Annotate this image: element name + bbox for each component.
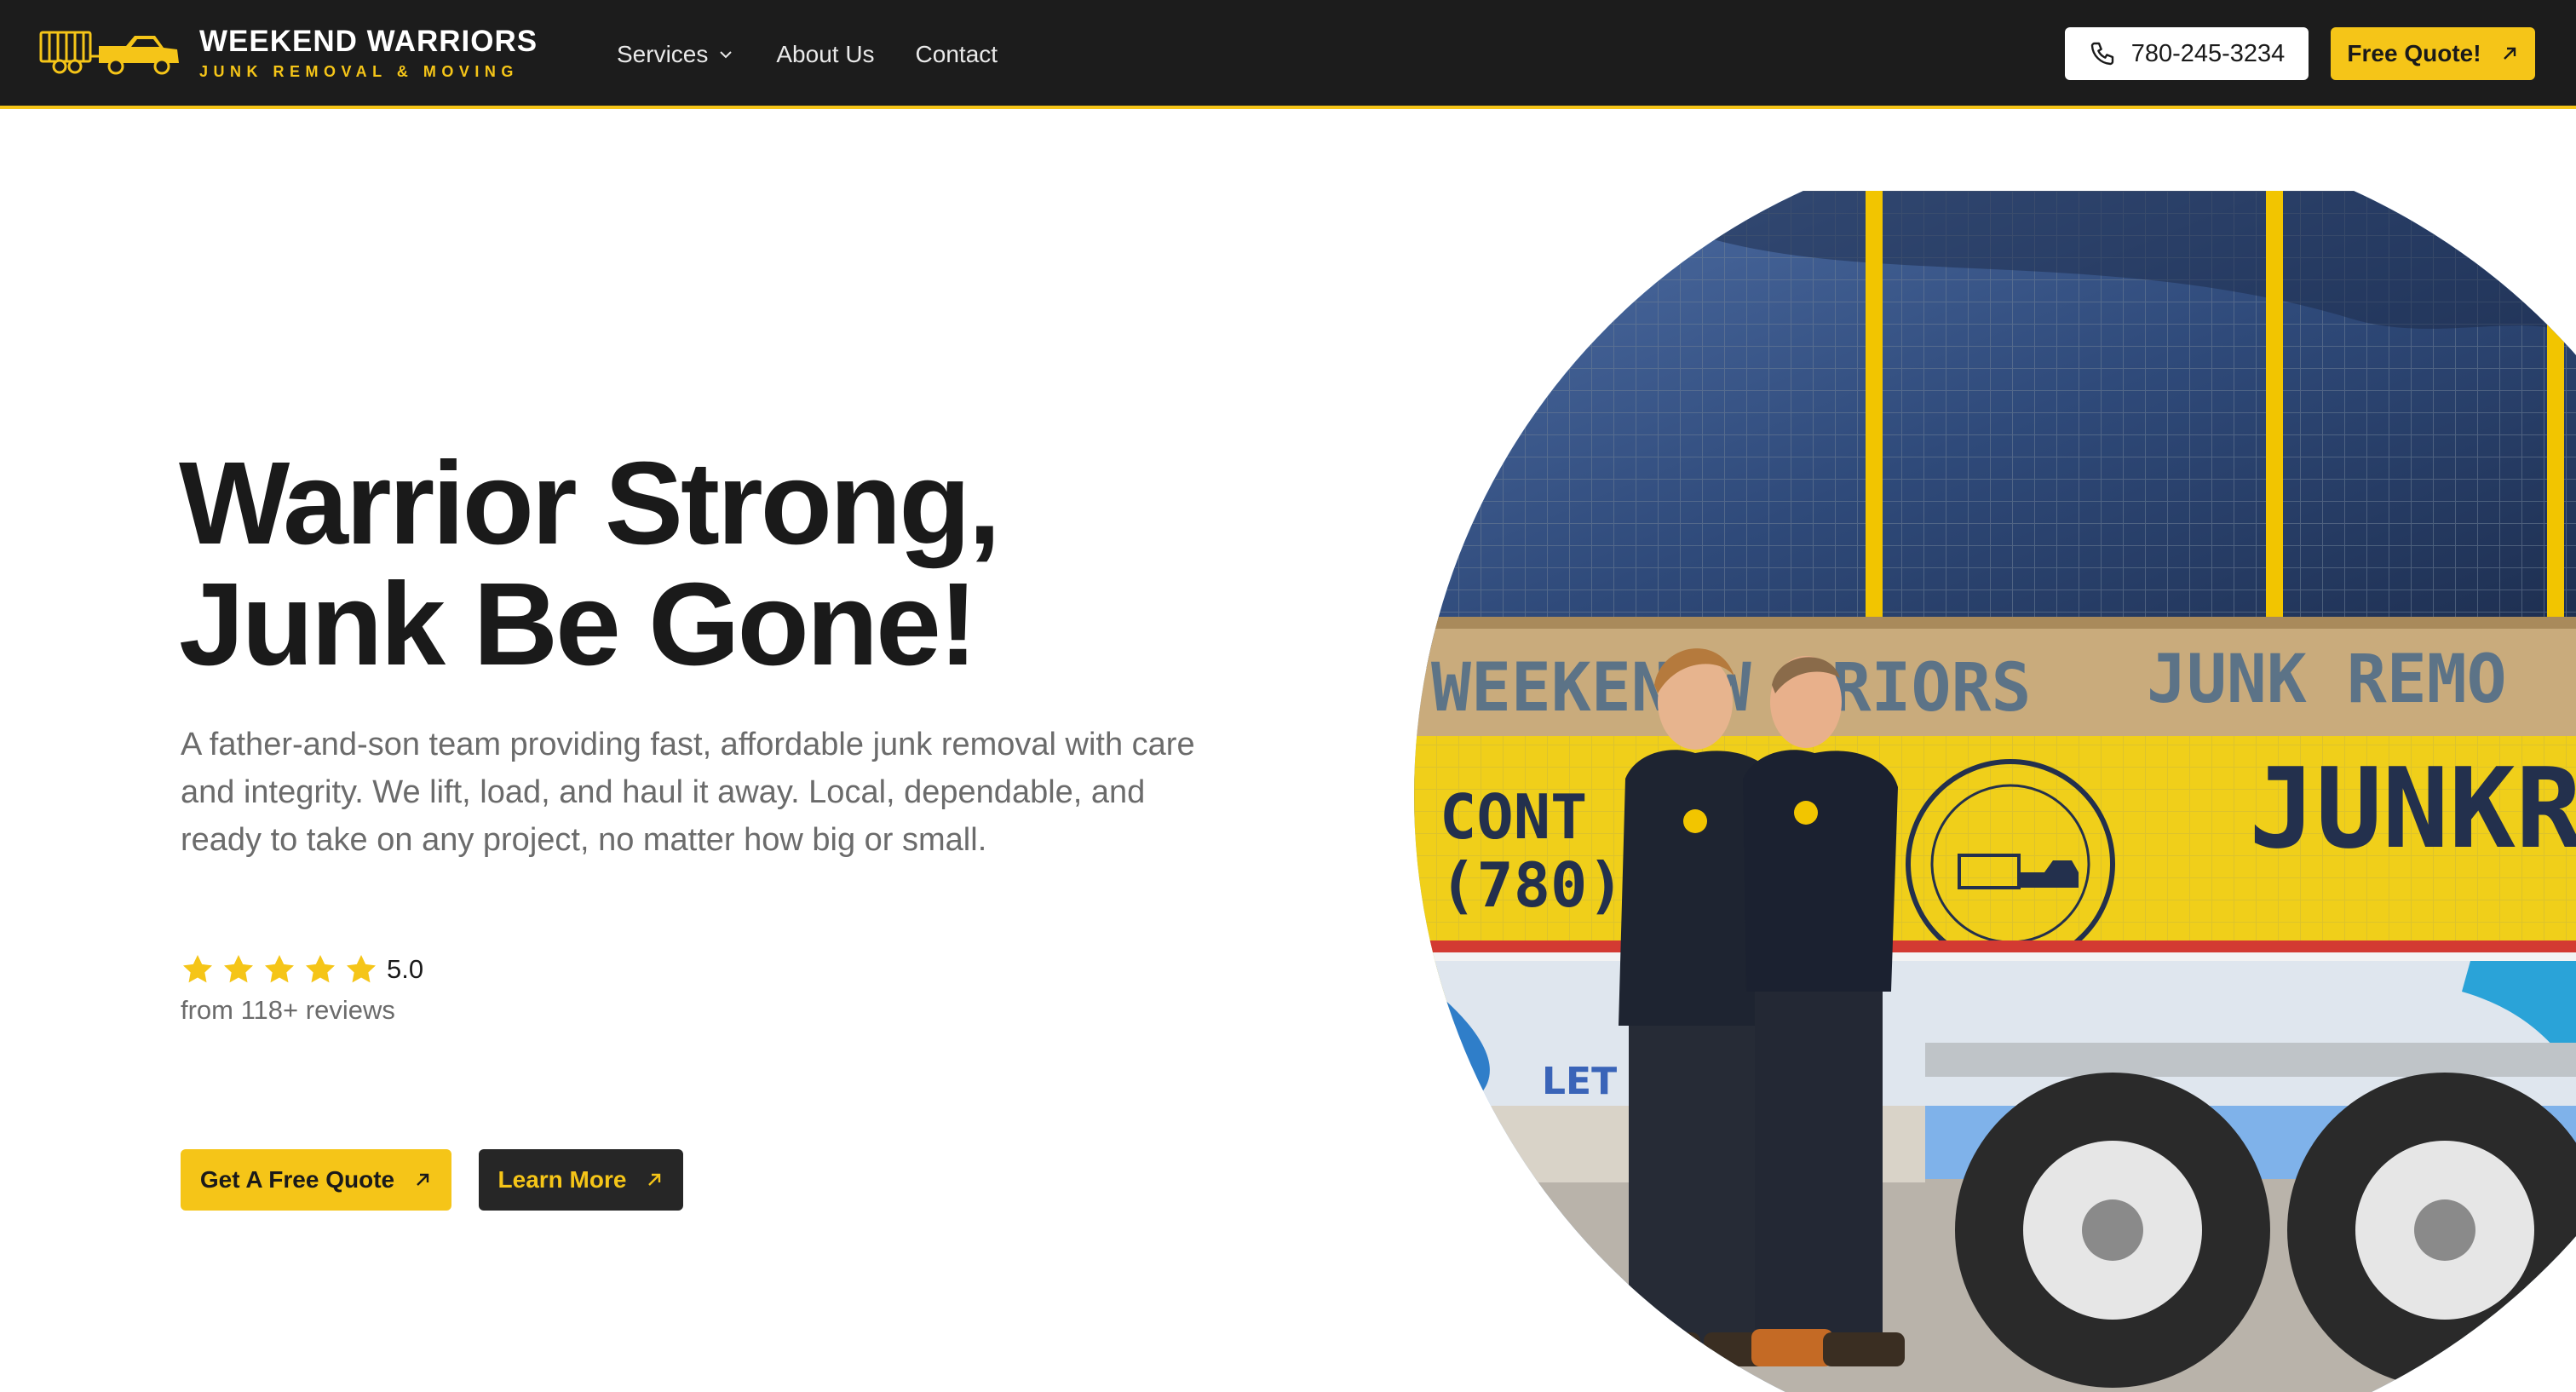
svg-text:CONT: CONT [1440,781,1587,853]
svg-text:(780): (780) [1440,849,1624,921]
phone-button[interactable]: 780-245-3234 [2065,27,2309,80]
hero-description: A father-and-son team providing fast, af… [181,727,1195,858]
svg-text:JUNK REMO: JUNK REMO [2147,641,2507,718]
headline-line-2: Junk Be Gone! [179,559,978,690]
star-rating: 5.0 [181,952,423,986]
free-quote-button[interactable]: Free Quote! [2331,27,2535,80]
star-icon [224,955,253,983]
get-free-quote-label: Get A Free Quote [199,1166,395,1193]
learn-more-label: Learn More [497,1166,627,1193]
menu-item-label: Services [617,41,709,67]
get-free-quote-button[interactable]: Get A Free Quote [181,1149,451,1211]
hero-headline: Warrior Strong, Junk Be Gone! [179,443,1286,685]
svg-text:JUNKR: JUNKR [2249,744,2576,873]
phone-icon [2090,42,2113,66]
menu-item-services[interactable]: Services [617,37,733,72]
star-icon [265,955,294,983]
learn-more-button[interactable]: Learn More [479,1149,683,1211]
menu-item-label: About Us [776,41,875,67]
arrow-up-right-icon [2503,47,2516,60]
menu-item-label: Contact [915,41,998,67]
main-menu: Services About Us Contact [617,37,998,72]
brand-subtitle: JUNK REMOVAL & MOVING [199,63,519,80]
brand[interactable]: WEEKEND WARRIORS JUNK REMOVAL & MOVING [199,24,538,82]
review-count: from 118+ reviews [181,995,395,1025]
phone-number: 780-245-3234 [2130,39,2286,67]
menu-item-about-us[interactable]: About Us [776,37,874,72]
site-header: WEEKEND WARRIORS JUNK REMOVAL & MOVING S… [0,0,2576,109]
svg-text:LET: LET [1542,1060,1617,1103]
brand-title: WEEKEND WARRIORS [199,25,538,58]
free-quote-label: Free Quote! [2347,40,2481,66]
menu-item-contact[interactable]: Contact [916,37,998,72]
star-icon [347,955,376,983]
rating: 5.0 from 118+ reviews [181,952,423,1026]
star-icon [306,955,335,983]
truck-logo-icon[interactable] [37,24,182,82]
hero-photo-team-trailer: WEEKEN W RRIORS JUNK REMO CONT (780) JUN… [1414,191,2576,1392]
arrow-up-right-icon [417,1173,429,1186]
arrow-up-right-icon [648,1173,661,1186]
rating-score: 5.0 [387,954,424,984]
chevron-down-icon [720,51,733,59]
star-icon [183,955,212,983]
headline-line-1: Warrior Strong, [179,438,1001,569]
